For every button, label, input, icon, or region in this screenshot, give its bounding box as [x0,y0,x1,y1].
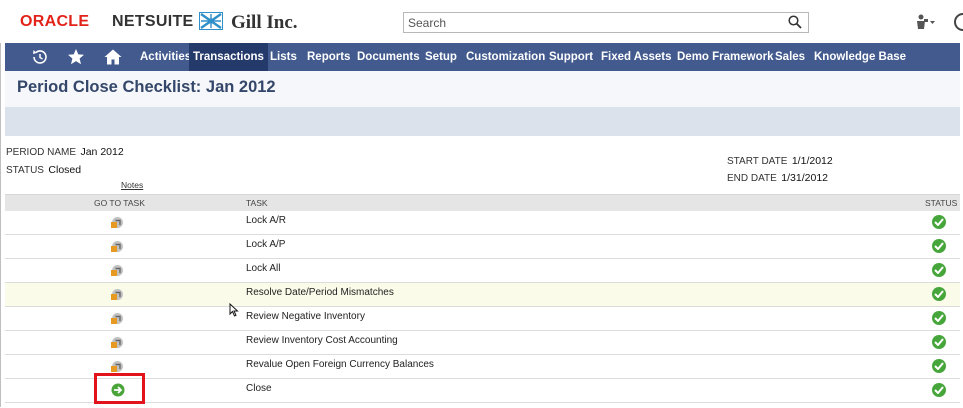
nav-sales[interactable]: Sales [775,43,805,71]
task-name: Lock All [246,263,281,274]
period-name-value: Jan 2012 [80,146,124,158]
task-link-icon[interactable] [111,288,125,301]
task-name: Review Inventory Cost Accounting [246,335,398,346]
notes-link[interactable]: Notes [121,180,143,190]
status-complete-icon [932,359,946,373]
end-date-field: END DATE 1/31/2012 [727,168,828,186]
nav-fixed-assets[interactable]: Fixed Assets [601,43,672,71]
nav-activities[interactable]: Activities [137,43,194,71]
button-bar [5,108,960,136]
company-logo-icon [199,12,223,30]
status-complete-icon [932,239,946,253]
page-title-bar: Period Close Checklist: Jan 2012 [5,71,960,108]
nav-documents[interactable]: Documents [357,43,420,71]
task-link-icon[interactable] [111,336,125,349]
nav-demo-framework[interactable]: Demo Framework [677,43,774,71]
table-row: Review Negative Inventory [5,307,960,331]
oracle-logo[interactable]: ORACLE [20,13,89,31]
task-link-icon[interactable] [111,240,125,253]
table-row: Resolve Date/Period Mismatches [5,283,960,307]
star-icon[interactable] [66,47,86,67]
search-icon[interactable] [788,15,802,29]
nav-transactions[interactable]: Transactions [189,43,268,71]
task-name: Revalue Open Foreign Currency Balances [246,359,434,370]
task-name: Resolve Date/Period Mismatches [246,287,394,298]
task-name: Review Negative Inventory [246,311,365,322]
table-row: Lock A/R [5,211,960,235]
company-name: Gill Inc. [231,12,298,33]
end-date-value: 1/31/2012 [781,172,828,184]
nav-reports[interactable]: Reports [307,43,350,71]
nav-customization[interactable]: Customization [466,43,545,71]
highlight-box [94,373,145,404]
status-label: STATUS [6,165,44,176]
task-link-icon[interactable] [111,360,125,373]
home-icon[interactable] [103,47,123,67]
task-name: Close [246,383,272,394]
status-complete-icon [932,263,946,277]
period-name-field: PERIOD NAME Jan 2012 [6,142,124,160]
role-menu-icon[interactable] [916,14,936,30]
nav-support[interactable]: Support [549,43,593,71]
search-input[interactable] [404,13,778,32]
task-link-icon[interactable] [111,216,125,229]
status-complete-icon [932,311,946,325]
status-complete-icon [932,215,946,229]
nav-knowledge-base[interactable]: Knowledge Base [814,43,906,71]
period-name-label: PERIOD NAME [6,147,77,158]
end-date-label: END DATE [727,173,777,184]
nav-lists[interactable]: Lists [270,43,297,71]
netsuite-logo[interactable]: NETSUITE [112,13,194,31]
start-date-value: 1/1/2012 [791,155,833,167]
main-nav: Activities Transactions Lists Reports Do… [5,43,960,71]
start-date-field: START DATE 1/1/2012 [727,151,833,169]
status-field: STATUS Closed [6,160,81,178]
column-go-to-task[interactable]: GO TO TASK [94,198,145,208]
table-row: Close [5,379,960,403]
global-search[interactable] [403,12,809,33]
table-row: Lock All [5,259,960,283]
status-complete-icon [932,383,946,397]
task-link-icon[interactable] [111,312,125,325]
table-row: Revalue Open Foreign Currency Balances [5,355,960,379]
table-row: Review Inventory Cost Accounting [5,331,960,355]
task-name: Lock A/P [246,239,286,250]
column-task[interactable]: TASK [246,198,268,208]
table-row: Lock A/P [5,235,960,259]
status-complete-icon [932,287,946,301]
page-title: Period Close Checklist: Jan 2012 [17,78,276,96]
top-header: ORACLE NETSUITE Gill Inc. [0,0,963,43]
column-status[interactable]: STATUS [925,198,957,208]
mouse-cursor-icon [229,303,239,317]
recent-records-icon[interactable] [30,47,50,67]
nav-setup[interactable]: Setup [425,43,457,71]
start-date-label: START DATE [727,156,788,167]
task-link-icon[interactable] [111,264,125,277]
task-name: Lock A/R [246,215,287,226]
help-icon[interactable] [954,12,963,32]
status-value: Closed [48,164,82,176]
status-complete-icon [932,335,946,349]
